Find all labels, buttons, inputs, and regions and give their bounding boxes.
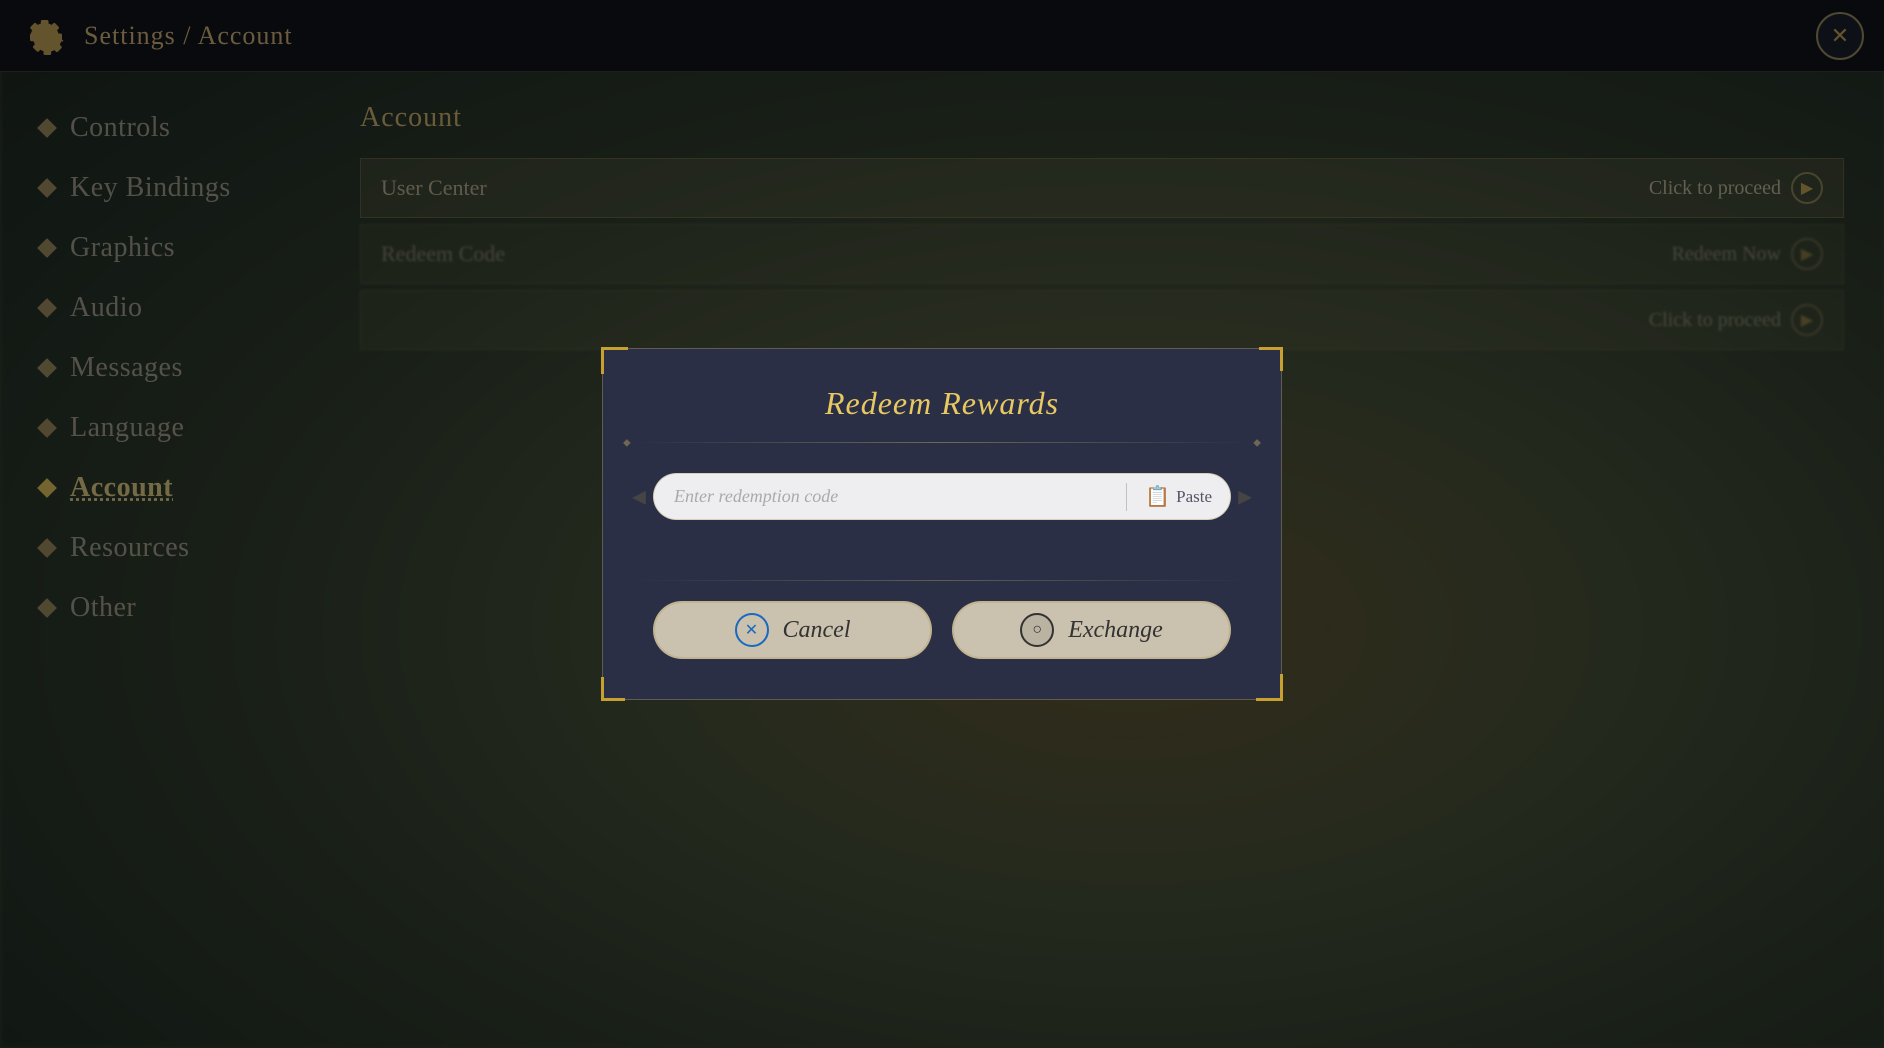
modal-title: Redeem Rewards xyxy=(623,385,1261,422)
cancel-button[interactable]: ✕ Cancel xyxy=(653,601,932,659)
redemption-input-row: ◀ 📋 Paste ▶ xyxy=(653,473,1231,520)
paste-label: Paste xyxy=(1176,487,1212,507)
exchange-label: Exchange xyxy=(1068,617,1163,644)
row-arrow-right-icon: ▶ xyxy=(1238,486,1252,507)
redeem-rewards-modal: Redeem Rewards ◀ 📋 Paste ▶ ✕ Cancel xyxy=(602,348,1282,700)
cancel-x-icon: ✕ xyxy=(735,613,769,647)
modal-footer-divider xyxy=(633,580,1251,581)
exchange-o-icon: ○ xyxy=(1020,613,1054,647)
row-arrow-left-icon: ◀ xyxy=(632,486,646,507)
modal-header-divider xyxy=(633,442,1251,443)
modal-footer: ✕ Cancel ○ Exchange xyxy=(603,601,1281,699)
paste-button[interactable]: 📋 Paste xyxy=(1135,478,1222,515)
corner-ornament-bl xyxy=(601,677,625,701)
paste-icon: 📋 xyxy=(1145,484,1170,509)
cancel-label: Cancel xyxy=(783,617,851,644)
modal-backdrop: Redeem Rewards ◀ 📋 Paste ▶ ✕ Cancel xyxy=(0,0,1884,1048)
modal-header: Redeem Rewards xyxy=(603,349,1281,442)
input-divider xyxy=(1126,483,1127,511)
redemption-code-input[interactable] xyxy=(674,486,1118,507)
exchange-button[interactable]: ○ Exchange xyxy=(952,601,1231,659)
modal-body: ◀ 📋 Paste ▶ xyxy=(603,443,1281,560)
